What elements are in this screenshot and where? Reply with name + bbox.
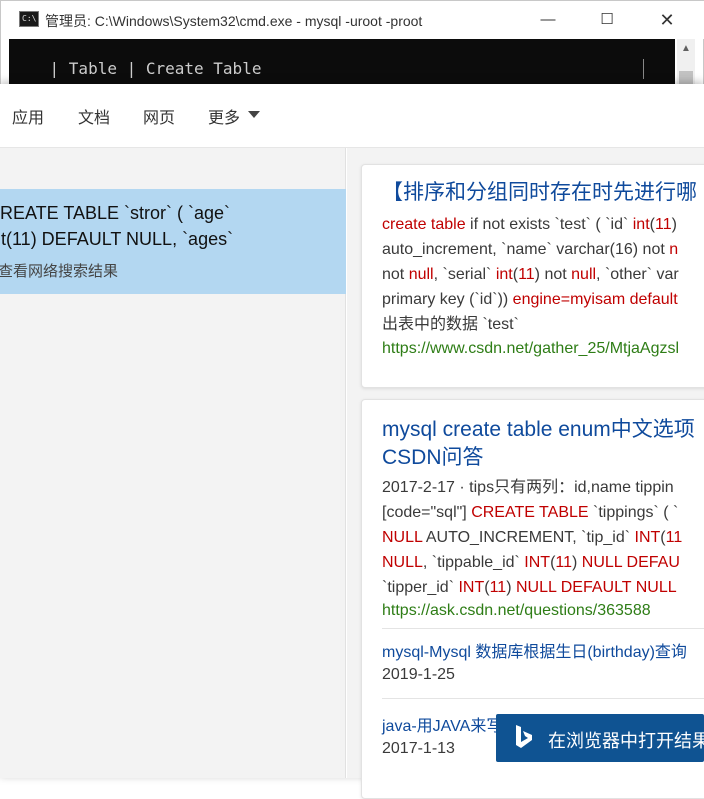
snippet-line: create table if not exists `test` ( `id`… [382,215,677,235]
snippet-line: [code="sql"] CREATE TABLE `tippings` ( ` [382,503,678,523]
snippet-keyword: CREATE TABLE [471,504,589,521]
snippet-text: ) [572,554,582,571]
open-in-browser-button[interactable]: 在浏览器中打开结果 [496,714,704,762]
snippet-line: auto_increment, `name` varchar(16) not n [382,240,678,260]
snippet-keyword: NULL [382,554,423,571]
sub-result-link[interactable]: mysql-Mysql 数据库根据生日(birthday)查询 [382,638,687,662]
result-title-link[interactable]: 【排序和分组同时存在时先进行哪 [382,179,697,207]
sub-result-date: 2017-1-13 [382,740,455,757]
snippet-keyword: engine=myisam default [512,291,678,308]
snippet-text: primary key (`id`)) [382,291,513,308]
maximize-button[interactable]: ☐ [587,7,627,33]
results-list: CREATE TABLE `stror` ( `age` int(11) DEF… [0,148,346,778]
snippet-text: if not exists `test` ( `id` [465,216,633,233]
snippet-line: NULL AUTO_INCREMENT, `tip_id` INT(11 [382,528,682,548]
open-in-browser-label: 在浏览器中打开结果 [548,731,704,751]
snippet-text: ) not [534,266,572,283]
snippet-text: , `serial` [433,266,496,283]
filter-tab-web[interactable]: 网页 [143,104,175,128]
snippet-keyword: 11 [555,554,573,571]
snippet-keyword: INT [524,554,551,571]
snippet-text: , `other` var [596,266,679,283]
snippet-text: ) [506,579,516,596]
snippet-keyword: NULL DEFAULT NULL [515,579,677,596]
snippet-keyword: create table [382,216,466,233]
snippet-keyword: INT [634,529,661,546]
snippet-line: 2017-2-17 · tips只有两列：id,name tippin [382,478,674,498]
snippet-keyword: 11 [518,266,535,283]
snippet-line: primary key (`id`)) engine=myisam defaul… [382,290,678,310]
snippet-keyword: null [571,266,597,283]
close-button[interactable]: ✕ [647,7,687,33]
snippet-keyword: 11 [654,216,672,233]
snippet-keyword: 11 [665,529,683,546]
snippet-line: NULL, `tippable_id` INT(11) NULL DEFAU [382,553,680,573]
search-panel: 应用 文档 网页 更多 CREATE TABLE `stror` ( `age`… [0,84,704,799]
snippet-text: 2017-2-17 · tips只有两列：id,name tippin [382,479,674,496]
minimize-button[interactable]: — [528,7,568,33]
best-match-query-line1: CREATE TABLE `stror` ( `age` [0,203,231,223]
filter-tab-apps[interactable]: 应用 [12,104,44,128]
snippet-keyword: INT [458,579,485,596]
snippet-keyword: NULL [382,529,423,546]
console-line: | Table | Create Table [49,59,262,78]
snippet-line: 出表中的数据 `test` [382,315,519,335]
cmd-window-title: 管理员: C:\Windows\System32\cmd.exe - mysql… [45,13,423,29]
snippet-line: not null, `serial` int(11) not null, `ot… [382,265,679,285]
best-match-subtitle: 查看网络搜索结果 [0,263,119,280]
console-column-divider [643,59,644,79]
snippet-text: , `tippable_id` [422,554,525,571]
divider [382,698,704,699]
snippet-keyword: n [669,241,679,258]
snippet-text: `tipper_id` [382,579,459,596]
scroll-up-arrow-icon[interactable]: ▲ [677,39,695,59]
snippet-text: ) [671,216,677,233]
snippet-keyword: NULL DEFAU [581,554,680,571]
snippet-text: AUTO_INCREMENT, `tip_id` [422,529,635,546]
cmd-app-icon: C:\ [19,11,39,27]
snippet-keyword: 11 [489,579,507,596]
best-match-query-line2: int(11) DEFAULT NULL, `ages` [0,229,234,249]
search-filter-bar: 应用 文档 网页 更多 [0,84,704,148]
filter-tab-documents[interactable]: 文档 [78,104,110,128]
result-url-link[interactable]: https://ask.csdn.net/questions/363588 [382,602,651,620]
result-title-link[interactable]: mysql create table enum中文选项 [382,416,695,444]
bing-icon [516,725,532,748]
result-url-link[interactable]: https://www.csdn.net/gather_25/MtjaAgzsl [382,340,679,358]
snippet-keyword: int [495,266,513,283]
preview-pane: 【排序和分组同时存在时先进行哪 create table if not exis… [347,148,704,799]
chevron-down-icon[interactable] [248,111,260,118]
snippet-text: not [382,266,409,283]
sub-result-date: 2019-1-25 [382,666,455,683]
web-result-card: 【排序和分组同时存在时先进行哪 create table if not exis… [361,164,704,388]
best-match-item[interactable]: CREATE TABLE `stror` ( `age` int(11) DEF… [0,189,346,294]
divider [382,628,704,629]
snippet-text: `tippings` ( ` [588,504,679,521]
filter-tab-more[interactable]: 更多 [208,104,240,128]
snippet-text: auto_increment, `name` varchar(16) not [382,241,670,258]
snippet-text: [code="sql"] [382,504,472,521]
snippet-text: 出表中的数据 `test` [382,316,519,333]
snippet-line: `tipper_id` INT(11) NULL DEFAULT NULL [382,578,677,598]
result-title-link-line2[interactable]: CSDN问答 [382,444,484,472]
snippet-keyword: int [632,216,650,233]
cmd-titlebar[interactable]: C:\ 管理员: C:\Windows\System32\cmd.exe - m… [1,1,704,39]
snippet-keyword: null [408,266,434,283]
